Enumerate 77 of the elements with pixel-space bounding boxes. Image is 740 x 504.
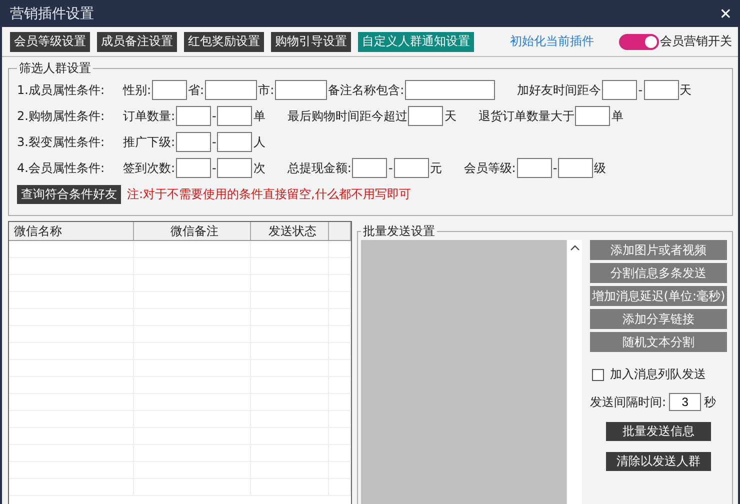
field-label: 性别: — [123, 82, 152, 98]
checkbox-label: 加入消息列队发送 — [610, 366, 706, 383]
input-field[interactable] — [405, 80, 496, 100]
input-field[interactable] — [217, 106, 252, 126]
field-label: 级 — [594, 160, 606, 176]
field-label: 备注名称包含: — [328, 82, 404, 98]
field-label: 单 — [253, 108, 266, 124]
switch-label: 会员营销开关 — [660, 33, 732, 50]
column-header[interactable]: 发送状态 — [251, 222, 330, 240]
field-label: 最后购物时间距今超过 — [287, 108, 408, 124]
note-text: 注:对于不需要使用的条件直接留空,什么都不用写即可 — [127, 186, 411, 203]
input-field[interactable] — [176, 132, 212, 152]
field-label: 单 — [611, 108, 624, 124]
field-label: - — [638, 83, 643, 97]
condition-label: 2.购物属性条件: — [17, 108, 106, 124]
condition-label: 4.会员属性条件: — [17, 160, 106, 176]
field-label: 订单数量: — [123, 108, 176, 124]
input-field[interactable] — [408, 106, 444, 126]
tool-button[interactable]: 分割信息多条发送 — [590, 263, 727, 283]
interval-label: 发送间隔时间: — [590, 394, 666, 410]
tool-button[interactable]: 增加消息延迟(单位:毫秒) — [590, 286, 727, 306]
field-label: 签到次数: — [123, 160, 176, 176]
column-header[interactable]: 微信名称 — [9, 222, 134, 240]
condition-label: 1.成员属性条件: — [17, 82, 106, 98]
window-title: 营销插件设置 — [10, 4, 94, 22]
field-label: - — [552, 161, 558, 175]
reset-link[interactable]: 初始化当前插件 — [510, 33, 594, 50]
field-label: - — [388, 161, 393, 175]
input-field[interactable] — [516, 158, 552, 178]
column-header[interactable]: 微信备注 — [134, 222, 252, 240]
field-label: 次 — [253, 160, 266, 176]
input-field[interactable] — [217, 158, 252, 178]
checkbox[interactable] — [592, 368, 604, 380]
group-title: 筛选人群设置 — [18, 60, 92, 77]
input-field[interactable] — [205, 80, 258, 100]
tool-button[interactable]: 添加分享链接 — [590, 309, 727, 329]
input-field[interactable] — [176, 158, 212, 178]
field-label: 元 — [430, 160, 442, 176]
input-field[interactable] — [176, 106, 212, 126]
input-field[interactable] — [217, 132, 252, 152]
query-button[interactable]: 查询符合条件好友 — [17, 185, 121, 204]
toggle-switch[interactable] — [619, 34, 659, 50]
field-label: 会员等级: — [464, 160, 516, 176]
field-label: - — [212, 135, 216, 149]
input-field[interactable] — [152, 80, 188, 100]
field-label: 省: — [188, 82, 204, 98]
input-field[interactable] — [558, 158, 594, 178]
interval-field[interactable]: 3 — [669, 393, 702, 411]
input-field[interactable] — [575, 106, 610, 126]
tab[interactable]: 购物引导设置 — [271, 32, 351, 52]
tab[interactable]: 会员等级设置 — [10, 32, 90, 52]
action-button[interactable]: 清除以发送人群 — [606, 452, 711, 471]
tool-button[interactable]: 添加图片或者视频 — [590, 240, 727, 260]
close-button[interactable]: ✕ — [719, 4, 732, 22]
field-label: 推广下级: — [123, 134, 176, 150]
field-label: 市: — [258, 82, 274, 98]
field-label: - — [212, 109, 216, 123]
field-label: - — [212, 161, 216, 175]
tab[interactable]: 成员备注设置 — [97, 32, 177, 52]
input-field[interactable] — [275, 80, 328, 100]
action-button[interactable]: 批量发送信息 — [606, 422, 711, 441]
input-field[interactable] — [352, 158, 388, 178]
field-label: 天 — [444, 108, 456, 124]
unit-label: 秒 — [704, 394, 716, 410]
field-label: 总提现金额: — [287, 160, 352, 176]
condition-label: 3.裂变属性条件: — [17, 134, 106, 150]
input-field[interactable] — [394, 158, 429, 178]
input-field[interactable] — [644, 80, 679, 100]
tool-button[interactable]: 随机文本分割 — [590, 332, 727, 352]
input-field[interactable] — [602, 80, 638, 100]
field-label: 退货订单数量大于 — [478, 108, 574, 124]
tab[interactable]: 自定义人群通知设置 — [358, 32, 474, 52]
field-label: 人 — [253, 134, 266, 150]
group-title: 批量发送设置 — [362, 223, 436, 240]
field-label: 天 — [680, 82, 692, 98]
tab[interactable]: 红包奖励设置 — [184, 32, 264, 52]
field-label: 加好友时间距今 — [517, 82, 602, 98]
